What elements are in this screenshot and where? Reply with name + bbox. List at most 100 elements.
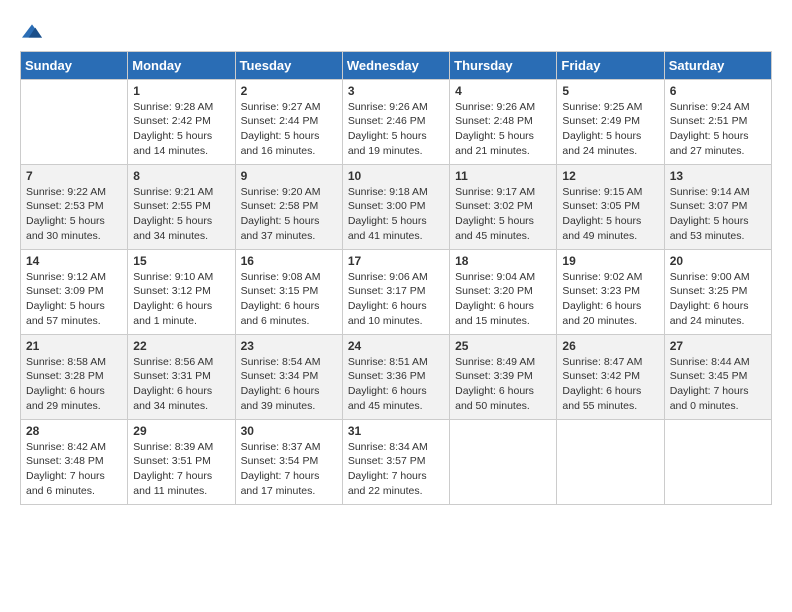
calendar-cell: 24 Sunrise: 8:51 AM Sunset: 3:36 PM Dayli…	[342, 334, 449, 419]
calendar-cell: 23 Sunrise: 8:54 AM Sunset: 3:34 PM Dayli…	[235, 334, 342, 419]
cell-text: Sunrise: 8:44 AM Sunset: 3:45 PM Dayligh…	[670, 355, 766, 414]
day-number: 17	[348, 254, 444, 268]
day-number: 8	[133, 169, 229, 183]
calendar-cell: 31 Sunrise: 8:34 AM Sunset: 3:57 PM Dayli…	[342, 419, 449, 504]
cell-text: Sunrise: 9:28 AM Sunset: 2:42 PM Dayligh…	[133, 100, 229, 159]
calendar-cell: 20 Sunrise: 9:00 AM Sunset: 3:25 PM Dayli…	[664, 249, 771, 334]
logo-icon	[22, 21, 42, 41]
cell-text: Sunrise: 8:58 AM Sunset: 3:28 PM Dayligh…	[26, 355, 122, 414]
calendar-cell: 3 Sunrise: 9:26 AM Sunset: 2:46 PM Daylig…	[342, 79, 449, 164]
calendar-cell: 15Sunrise: 9:10 AM Sunset: 3:12 PM Dayli…	[128, 249, 235, 334]
calendar-cell: 19 Sunrise: 9:02 AM Sunset: 3:23 PM Dayli…	[557, 249, 664, 334]
day-number: 12	[562, 169, 658, 183]
day-number: 21	[26, 339, 122, 353]
cell-text: Sunrise: 8:49 AM Sunset: 3:39 PM Dayligh…	[455, 355, 551, 414]
calendar-cell: 18 Sunrise: 9:04 AM Sunset: 3:20 PM Dayli…	[450, 249, 557, 334]
cell-text: Sunrise: 9:18 AM Sunset: 3:00 PM Dayligh…	[348, 185, 444, 244]
calendar-cell: 30 Sunrise: 8:37 AM Sunset: 3:54 PM Dayli…	[235, 419, 342, 504]
calendar-cell: 13 Sunrise: 9:14 AM Sunset: 3:07 PM Dayli…	[664, 164, 771, 249]
calendar-cell	[664, 419, 771, 504]
day-number: 20	[670, 254, 766, 268]
calendar-cell: 2Sunrise: 9:27 AM Sunset: 2:44 PM Daylig…	[235, 79, 342, 164]
day-number: 19	[562, 254, 658, 268]
cell-text: Sunrise: 8:37 AM Sunset: 3:54 PM Dayligh…	[241, 440, 337, 499]
day-number: 31	[348, 424, 444, 438]
day-number: 1	[133, 84, 229, 98]
calendar-cell: 11 Sunrise: 9:17 AM Sunset: 3:02 PM Dayli…	[450, 164, 557, 249]
day-number: 26	[562, 339, 658, 353]
calendar-cell: 22 Sunrise: 8:56 AM Sunset: 3:31 PM Dayli…	[128, 334, 235, 419]
calendar-cell: 4 Sunrise: 9:26 AM Sunset: 2:48 PM Daylig…	[450, 79, 557, 164]
calendar-week-row: 21 Sunrise: 8:58 AM Sunset: 3:28 PM Dayli…	[21, 334, 772, 419]
calendar-cell: 10 Sunrise: 9:18 AM Sunset: 3:00 PM Dayli…	[342, 164, 449, 249]
cell-text: Sunrise: 9:22 AM Sunset: 2:53 PM Dayligh…	[26, 185, 122, 244]
day-number: 22	[133, 339, 229, 353]
cell-text: Sunrise: 9:02 AM Sunset: 3:23 PM Dayligh…	[562, 270, 658, 329]
calendar-week-row: 14 Sunrise: 9:12 AM Sunset: 3:09 PM Dayli…	[21, 249, 772, 334]
cell-text: Sunrise: 8:56 AM Sunset: 3:31 PM Dayligh…	[133, 355, 229, 414]
cell-text: Sunrise: 8:51 AM Sunset: 3:36 PM Dayligh…	[348, 355, 444, 414]
cell-text: Sunrise: 9:08 AM Sunset: 3:15 PM Dayligh…	[241, 270, 337, 329]
page-header	[20, 20, 772, 41]
day-number: 29	[133, 424, 229, 438]
cell-text: Sunrise: 9:12 AM Sunset: 3:09 PM Dayligh…	[26, 270, 122, 329]
day-number: 30	[241, 424, 337, 438]
day-number: 14	[26, 254, 122, 268]
day-number: 3	[348, 84, 444, 98]
cell-text: Sunrise: 9:21 AM Sunset: 2:55 PM Dayligh…	[133, 185, 229, 244]
day-number: 24	[348, 339, 444, 353]
calendar-cell: 8 Sunrise: 9:21 AM Sunset: 2:55 PM Daylig…	[128, 164, 235, 249]
day-number: 4	[455, 84, 551, 98]
calendar-cell: 17 Sunrise: 9:06 AM Sunset: 3:17 PM Dayli…	[342, 249, 449, 334]
cell-text: Sunrise: 9:20 AM Sunset: 2:58 PM Dayligh…	[241, 185, 337, 244]
calendar-cell: 7 Sunrise: 9:22 AM Sunset: 2:53 PM Daylig…	[21, 164, 128, 249]
cell-text: Sunrise: 9:00 AM Sunset: 3:25 PM Dayligh…	[670, 270, 766, 329]
cell-text: Sunrise: 9:04 AM Sunset: 3:20 PM Dayligh…	[455, 270, 551, 329]
calendar-cell: 16 Sunrise: 9:08 AM Sunset: 3:15 PM Dayli…	[235, 249, 342, 334]
cell-text: Sunrise: 9:24 AM Sunset: 2:51 PM Dayligh…	[670, 100, 766, 159]
day-header-thursday: Thursday	[450, 51, 557, 79]
calendar-cell: 27Sunrise: 8:44 AM Sunset: 3:45 PM Dayli…	[664, 334, 771, 419]
calendar-cell	[450, 419, 557, 504]
cell-text: Sunrise: 8:39 AM Sunset: 3:51 PM Dayligh…	[133, 440, 229, 499]
calendar-cell: 14 Sunrise: 9:12 AM Sunset: 3:09 PM Dayli…	[21, 249, 128, 334]
cell-text: Sunrise: 9:25 AM Sunset: 2:49 PM Dayligh…	[562, 100, 658, 159]
calendar-cell	[21, 79, 128, 164]
calendar-cell	[557, 419, 664, 504]
day-number: 15	[133, 254, 229, 268]
day-number: 2	[241, 84, 337, 98]
calendar-week-row: 28 Sunrise: 8:42 AM Sunset: 3:48 PM Dayli…	[21, 419, 772, 504]
cell-text: Sunrise: 8:47 AM Sunset: 3:42 PM Dayligh…	[562, 355, 658, 414]
cell-text: Sunrise: 9:26 AM Sunset: 2:46 PM Dayligh…	[348, 100, 444, 159]
cell-text: Sunrise: 9:15 AM Sunset: 3:05 PM Dayligh…	[562, 185, 658, 244]
calendar-cell: 5Sunrise: 9:25 AM Sunset: 2:49 PM Daylig…	[557, 79, 664, 164]
day-number: 23	[241, 339, 337, 353]
calendar-cell: 29 Sunrise: 8:39 AM Sunset: 3:51 PM Dayli…	[128, 419, 235, 504]
day-header-tuesday: Tuesday	[235, 51, 342, 79]
cell-text: Sunrise: 8:54 AM Sunset: 3:34 PM Dayligh…	[241, 355, 337, 414]
calendar-cell: 1 Sunrise: 9:28 AM Sunset: 2:42 PM Daylig…	[128, 79, 235, 164]
day-number: 28	[26, 424, 122, 438]
calendar-week-row: 1 Sunrise: 9:28 AM Sunset: 2:42 PM Daylig…	[21, 79, 772, 164]
cell-text: Sunrise: 9:06 AM Sunset: 3:17 PM Dayligh…	[348, 270, 444, 329]
day-number: 7	[26, 169, 122, 183]
day-number: 10	[348, 169, 444, 183]
day-number: 13	[670, 169, 766, 183]
day-header-friday: Friday	[557, 51, 664, 79]
day-number: 11	[455, 169, 551, 183]
cell-text: Sunrise: 8:34 AM Sunset: 3:57 PM Dayligh…	[348, 440, 444, 499]
day-number: 16	[241, 254, 337, 268]
day-number: 6	[670, 84, 766, 98]
calendar-cell: 12 Sunrise: 9:15 AM Sunset: 3:05 PM Dayli…	[557, 164, 664, 249]
calendar-table: SundayMondayTuesdayWednesdayThursdayFrid…	[20, 51, 772, 505]
calendar-cell: 25 Sunrise: 8:49 AM Sunset: 3:39 PM Dayli…	[450, 334, 557, 419]
day-number: 9	[241, 169, 337, 183]
day-number: 18	[455, 254, 551, 268]
day-number: 25	[455, 339, 551, 353]
cell-text: Sunrise: 8:42 AM Sunset: 3:48 PM Dayligh…	[26, 440, 122, 499]
cell-text: Sunrise: 9:17 AM Sunset: 3:02 PM Dayligh…	[455, 185, 551, 244]
cell-text: Sunrise: 9:26 AM Sunset: 2:48 PM Dayligh…	[455, 100, 551, 159]
cell-text: Sunrise: 9:14 AM Sunset: 3:07 PM Dayligh…	[670, 185, 766, 244]
day-header-saturday: Saturday	[664, 51, 771, 79]
calendar-header-row: SundayMondayTuesdayWednesdayThursdayFrid…	[21, 51, 772, 79]
